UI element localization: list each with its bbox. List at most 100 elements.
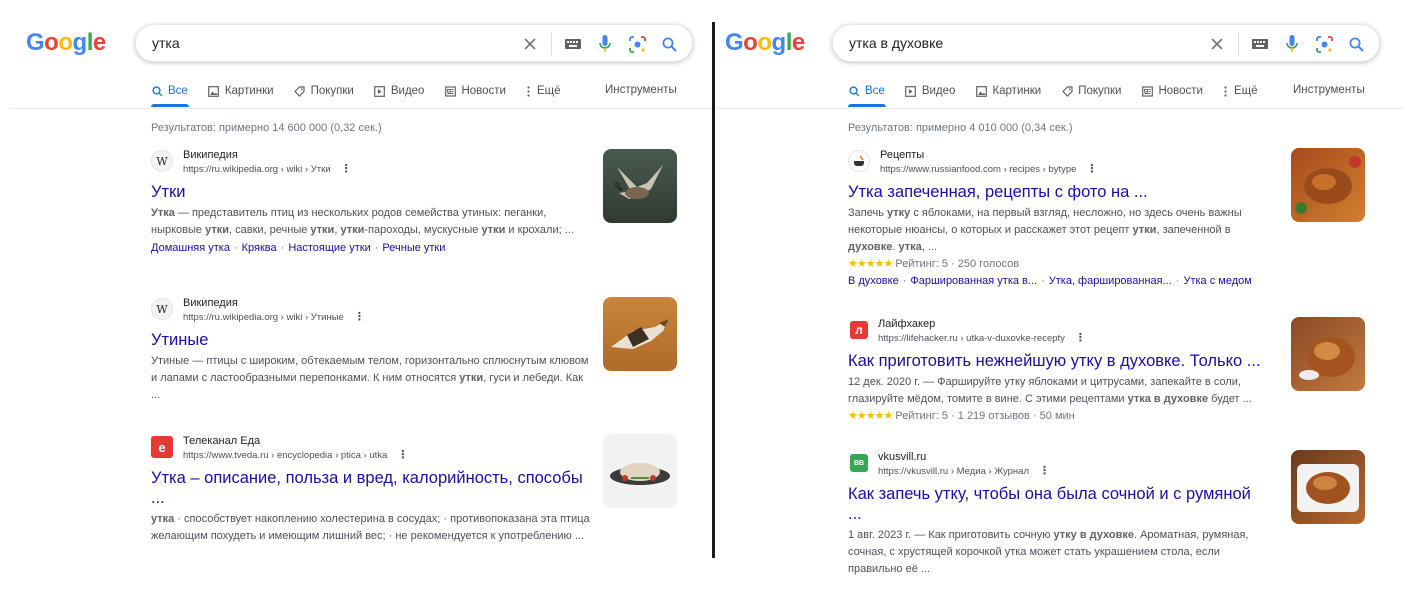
tab-video[interactable]: Видео [905, 85, 956, 97]
tab-label: Ещё [1233, 85, 1258, 97]
active-tab-indicator [151, 104, 189, 107]
result-source[interactable]: л Лайфхакер https://lifehacker.ru › utka… [848, 317, 1268, 345]
sublink[interactable]: В духовке [848, 275, 899, 287]
search-result: Рецепты https://www.russianfood.com › re… [848, 148, 1268, 288]
wikipedia-icon: W [151, 150, 173, 172]
result-snippet: Запечь утку с яблоками, на первый взгляд… [848, 207, 1242, 253]
lens-icon[interactable] [626, 33, 648, 55]
more-vert-icon[interactable]: ⋮ [354, 310, 365, 324]
microphone-icon[interactable] [594, 33, 616, 55]
tab-label: Картинки [224, 85, 274, 97]
divider [551, 33, 552, 55]
tab-all[interactable]: Все [848, 85, 885, 97]
more-vert-icon[interactable]: ⋮ [1086, 162, 1097, 176]
search-input[interactable]: утка [152, 35, 180, 51]
cooking-pot-icon [848, 150, 870, 172]
sublink[interactable]: Фаршированная утка в... [910, 275, 1037, 287]
tab-news[interactable]: Новости [444, 85, 506, 97]
tab-label: Все [168, 85, 188, 97]
tab-shopping[interactable]: Покупки [1061, 85, 1121, 97]
microphone-icon[interactable] [1281, 33, 1303, 55]
more-vert-icon[interactable]: ⋮ [397, 448, 408, 462]
tab-all[interactable]: Все [151, 85, 188, 97]
clear-icon[interactable] [1206, 33, 1228, 55]
site-name: Википедия [183, 297, 238, 309]
sublink[interactable]: Кряква [242, 242, 277, 254]
result-title[interactable]: Утки [151, 182, 591, 202]
more-vert-icon [526, 85, 532, 97]
tab-more[interactable]: Ещё [1223, 85, 1258, 97]
keyboard-icon[interactable] [1249, 33, 1271, 55]
roast-duck-thumbnail[interactable] [1291, 148, 1365, 222]
tab-label: Видео [921, 85, 956, 97]
tab-news[interactable]: Новости [1141, 85, 1203, 97]
sublink[interactable]: Речные утки [382, 242, 445, 254]
sublink[interactable]: Утка с медом [1183, 275, 1251, 287]
more-vert-icon[interactable]: ⋮ [1075, 331, 1086, 345]
result-snippet: утка · способствует накоплению холестери… [151, 513, 590, 542]
result-snippet: Утиные — птицы с широким, обтекаемым тел… [151, 355, 589, 401]
tab-video[interactable]: Видео [374, 85, 425, 97]
result-source[interactable]: W Википедия https://ru.wikipedia.org › w… [151, 296, 591, 324]
result-stats: Результатов: примерно 4 010 000 (0,34 се… [848, 122, 1073, 134]
sublink[interactable]: Утка, фаршированная... [1049, 275, 1172, 287]
result-source[interactable]: e Телеканал Еда https://www.tveda.ru › e… [151, 434, 591, 462]
tab-more[interactable]: Ещё [526, 85, 561, 97]
tab-label: Ещё [536, 85, 561, 97]
sublink[interactable]: Домашняя утка [151, 242, 230, 254]
result-source[interactable]: ВВ vkusvill.ru https://vkusvill.ru › Мед… [848, 450, 1268, 478]
roast-duck-thumbnail[interactable] [603, 434, 677, 508]
more-vert-icon[interactable]: ⋮ [1039, 464, 1050, 478]
result-snippet: 1 авг. 2023 г. — Как приготовить сочную … [848, 529, 1249, 575]
tools-button[interactable]: Инструменты [1293, 84, 1365, 96]
search-result: ВВ vkusvill.ru https://vkusvill.ru › Мед… [848, 450, 1268, 578]
result-url: https://ru.wikipedia.org › wiki › Утиные [183, 312, 344, 323]
tab-label: Новости [1158, 85, 1203, 97]
roast-duck-thumbnail[interactable] [1291, 317, 1365, 391]
tab-label: Новости [461, 85, 506, 97]
tag-icon [1061, 85, 1073, 97]
result-title[interactable]: Утиные [151, 330, 591, 350]
result-title[interactable]: Утка – описание, польза и вред, калорийн… [151, 468, 591, 508]
result-title[interactable]: Как запечь утку, чтобы она была сочной и… [848, 484, 1268, 524]
sublink[interactable]: Настоящие утки [288, 242, 370, 254]
search-box[interactable]: утка в духовке [832, 24, 1380, 62]
google-logo[interactable]: Google [26, 31, 106, 55]
tab-label: Видео [390, 85, 425, 97]
result-url: https://ru.wikipedia.org › wiki › Утки [183, 164, 331, 175]
roast-duck-thumbnail[interactable] [1291, 450, 1365, 524]
search-result: W Википедия https://ru.wikipedia.org › w… [151, 296, 591, 404]
search-input[interactable]: утка в духовке [849, 35, 943, 51]
google-logo[interactable]: Google [725, 31, 805, 55]
tab-images[interactable]: Картинки [208, 85, 274, 97]
tab-label: Покупки [310, 85, 354, 97]
duck-flying-thumbnail[interactable] [603, 149, 677, 223]
lens-icon[interactable] [1313, 33, 1335, 55]
play-icon [374, 85, 386, 97]
search-result: л Лайфхакер https://lifehacker.ru › utka… [848, 317, 1268, 424]
keyboard-icon[interactable] [562, 33, 584, 55]
result-source[interactable]: W Википедия https://ru.wikipedia.org › w… [151, 148, 591, 176]
result-url: https://www.tveda.ru › encyclopedia › pt… [183, 450, 388, 461]
news-icon [444, 85, 456, 97]
vkusvill-icon: ВВ [850, 454, 868, 472]
result-rating: ★★★★★ Рейтинг: 5 · 250 голосов [848, 258, 1020, 270]
result-url: https://lifehacker.ru › utka-v-duxovke-r… [878, 333, 1065, 344]
clear-icon[interactable] [519, 33, 541, 55]
search-tabs: Все Видео Картинки Покупки Новости Ещё [848, 83, 1278, 99]
tab-label: Покупки [1078, 85, 1122, 97]
duck-thumbnail[interactable] [603, 297, 677, 371]
result-source[interactable]: Рецепты https://www.russianfood.com › re… [848, 148, 1268, 176]
site-name: vkusvill.ru [878, 451, 927, 463]
result-title[interactable]: Как приготовить нежнейшую утку в духовке… [848, 351, 1268, 371]
more-vert-icon[interactable]: ⋮ [341, 162, 352, 176]
search-icon[interactable] [1345, 33, 1367, 55]
search-icon[interactable] [658, 33, 680, 55]
tab-shopping[interactable]: Покупки [294, 85, 354, 97]
result-title[interactable]: Утка запеченная, рецепты с фото на ... [848, 182, 1268, 202]
tab-images[interactable]: Картинки [975, 85, 1041, 97]
news-icon [1141, 85, 1153, 97]
search-box[interactable]: утка [135, 24, 693, 62]
result-url: https://vkusvill.ru › Медиа › Журнал [878, 466, 1029, 477]
tools-button[interactable]: Инструменты [605, 84, 677, 96]
